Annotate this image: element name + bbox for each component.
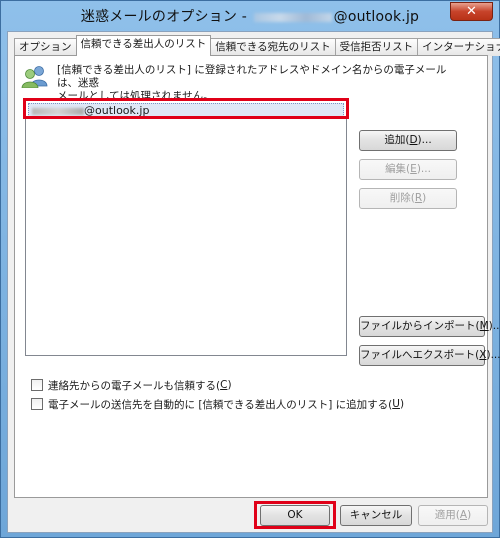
close-button[interactable]: ✕ xyxy=(450,2,493,21)
redacted-email-name xyxy=(32,107,84,115)
import-access-key: M xyxy=(479,320,489,332)
auto-add-recipients-label: 電子メールの送信先を自動的に [信頼できる差出人のリスト] に追加する( xyxy=(48,398,393,411)
auto-add-recipients-label-end: ) xyxy=(399,398,405,410)
export-to-file-button[interactable]: ファイルへエクスポート(X)... xyxy=(359,345,500,366)
delete-label-end: ) xyxy=(422,192,427,204)
junk-email-options-dialog: 迷惑メールのオプション - @outlook.jp ✕ オプション 信頼できる差… xyxy=(0,0,500,538)
delete-button[interactable]: 削除(R) xyxy=(359,188,457,209)
edit-label-end: )... xyxy=(416,163,431,175)
import-from-file-button[interactable]: ファイルからインポート(M)... xyxy=(359,316,500,337)
add-label-end: )... xyxy=(417,134,432,146)
trust-contacts-checkbox[interactable] xyxy=(31,379,43,391)
title-bar[interactable]: 迷惑メールのオプション - @outlook.jp ✕ xyxy=(1,1,499,29)
auto-add-recipients-access-key: U xyxy=(392,398,400,410)
tab-strip: オプション 信頼できる差出人のリスト 信頼できる宛先のリスト 受信拒否リスト イ… xyxy=(14,35,500,56)
cancel-label: キャンセル xyxy=(349,509,403,521)
safe-senders-panel: [信頼できる差出人のリスト] に登録されたアドレスやドメイン名からの電子メールは… xyxy=(14,55,500,498)
tab-options[interactable]: オプション xyxy=(14,38,77,56)
close-icon: ✕ xyxy=(466,4,477,19)
auto-add-recipients-checkbox[interactable] xyxy=(31,398,43,410)
window-title: 迷惑メールのオプション - @outlook.jp xyxy=(1,6,499,26)
tab-blocked-senders[interactable]: 受信拒否リスト xyxy=(334,38,419,56)
tab-safe-senders[interactable]: 信頼できる差出人のリスト xyxy=(75,35,212,56)
info-description: [信頼できる差出人のリスト] に登録されたアドレスやドメイン名からの電子メールは… xyxy=(57,64,447,103)
export-label-end: )... xyxy=(486,349,500,361)
trust-contacts-option[interactable]: 連絡先からの電子メールも信頼する(C) xyxy=(31,378,232,392)
ok-button[interactable]: OK xyxy=(260,505,330,526)
list-item-email: @outlook.jp xyxy=(84,104,150,117)
trust-contacts-label-end: ) xyxy=(227,379,232,391)
add-label: 追加( xyxy=(384,134,410,146)
dialog-content: オプション 信頼できる差出人のリスト 信頼できる宛先のリスト 受信拒否リスト イ… xyxy=(7,31,500,533)
add-button[interactable]: 追加(D)... xyxy=(359,130,457,151)
title-suffix: @outlook.jp xyxy=(333,9,420,25)
tab-international[interactable]: インターナショナル xyxy=(417,38,500,56)
trust-contacts-access-key: C xyxy=(220,379,228,391)
add-access-key: D xyxy=(409,134,418,146)
export-label: ファイルへエクスポート( xyxy=(360,349,480,361)
trust-contacts-label: 連絡先からの電子メールも信頼する( xyxy=(48,379,221,392)
safe-senders-list[interactable]: @outlook.jp xyxy=(25,100,347,356)
redacted-account-name xyxy=(253,12,332,22)
delete-label: 削除( xyxy=(389,192,415,204)
title-prefix: 迷惑メールのオプション - xyxy=(80,9,252,25)
apply-label: 適用( xyxy=(434,509,460,521)
auto-add-recipients-option[interactable]: 電子メールの送信先を自動的に [信頼できる差出人のリスト] に追加する(U) xyxy=(31,397,404,411)
tab-safe-recipients[interactable]: 信頼できる宛先のリスト xyxy=(210,38,336,56)
ok-label: OK xyxy=(287,509,303,521)
info-line-1: [信頼できる差出人のリスト] に登録されたアドレスやドメイン名からの電子メールは… xyxy=(57,64,447,89)
import-label-end: )... xyxy=(488,320,500,332)
apply-button[interactable]: 適用(A) xyxy=(418,505,488,526)
people-icon xyxy=(21,66,48,88)
edit-label: 編集( xyxy=(385,163,411,175)
list-item[interactable]: @outlook.jp xyxy=(28,103,344,119)
cancel-button[interactable]: キャンセル xyxy=(340,505,412,526)
edit-access-key: E xyxy=(410,163,417,175)
edit-button[interactable]: 編集(E)... xyxy=(359,159,457,180)
apply-label-end: ) xyxy=(467,509,472,521)
import-label: ファイルからインポート( xyxy=(360,320,480,332)
